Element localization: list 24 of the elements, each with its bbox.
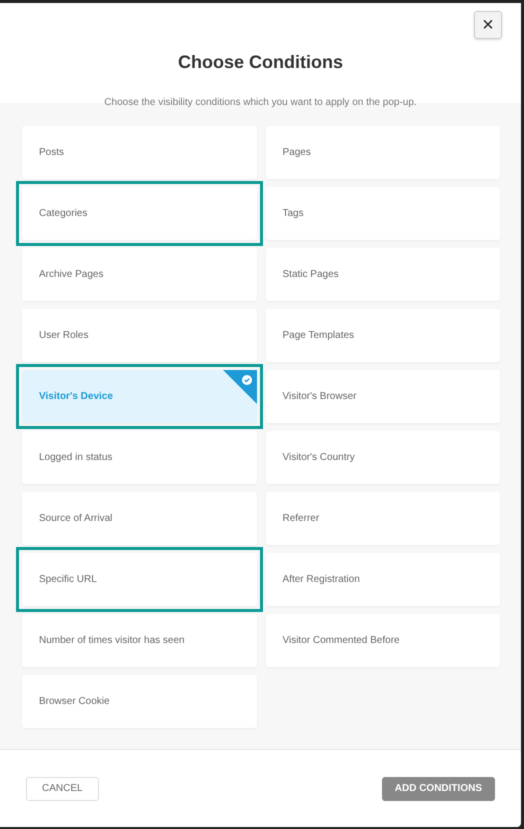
condition-card[interactable]: Referrer xyxy=(266,492,500,545)
cancel-button[interactable]: CANCEL xyxy=(26,776,99,800)
add-conditions-button[interactable]: ADD CONDITIONS xyxy=(382,776,495,800)
condition-card[interactable]: User Roles xyxy=(22,309,256,362)
condition-card[interactable]: After Registration xyxy=(266,553,500,606)
close-button[interactable]: × xyxy=(474,11,502,39)
condition-card[interactable]: Static Pages xyxy=(266,248,500,301)
condition-card[interactable]: Posts xyxy=(22,126,256,179)
condition-card[interactable]: Pages xyxy=(266,126,500,179)
condition-card[interactable]: Archive Pages xyxy=(22,248,256,301)
condition-card[interactable]: Browser Cookie xyxy=(22,675,256,728)
condition-card[interactable]: Categories xyxy=(22,187,256,240)
condition-card[interactable]: Page Templates xyxy=(266,309,500,362)
condition-card[interactable]: Visitor Commented Before xyxy=(266,614,500,667)
condition-card[interactable]: Source of Arrival xyxy=(22,492,256,545)
condition-card[interactable]: Number of times visitor has seen xyxy=(22,614,256,667)
condition-card[interactable]: Tags xyxy=(266,187,500,240)
condition-card[interactable]: Specific URL xyxy=(22,553,256,606)
condition-card[interactable]: Logged in status xyxy=(22,431,256,484)
condition-card[interactable]: Visitor's Browser xyxy=(266,370,500,423)
dialog-title: Choose Conditions xyxy=(178,51,343,74)
dialog-subtitle: Choose the visibility conditions which you want to apply on the pop-up. xyxy=(104,96,417,110)
check-corner-icon xyxy=(222,370,256,404)
condition-card[interactable]: Visitor's Country xyxy=(266,431,500,484)
